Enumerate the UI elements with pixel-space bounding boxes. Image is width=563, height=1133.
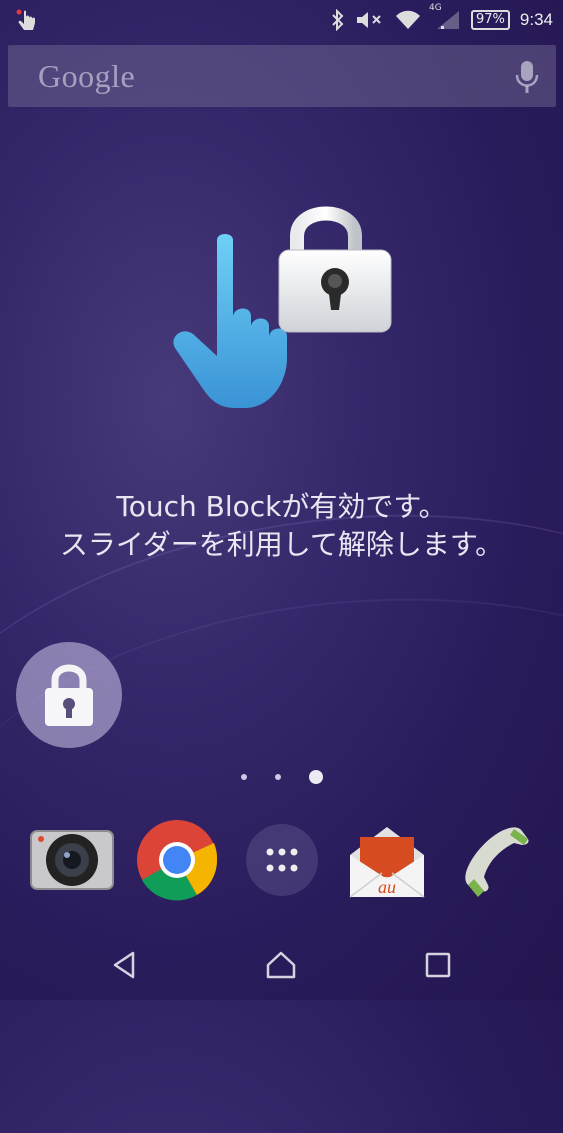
dock: au (0, 815, 563, 905)
navigation-bar (0, 935, 563, 995)
google-logo: Google (38, 58, 136, 94)
chrome-app[interactable] (132, 815, 222, 905)
mic-icon[interactable] (514, 59, 540, 99)
message-line-2: スライダーを利用して解除します。 (59, 528, 504, 561)
message-line-1: Touch Blockが有効です。 (116, 490, 447, 523)
lock-icon (45, 664, 93, 726)
page-dot[interactable] (274, 774, 281, 780)
back-icon (113, 951, 135, 979)
padlock-icon (278, 206, 392, 333)
unlock-slider-handle[interactable] (16, 642, 122, 748)
recents-icon (425, 952, 451, 978)
home-button[interactable] (259, 943, 303, 987)
au-label: au (378, 877, 396, 897)
touch-block-message: Touch Blockが有効です。 スライダーを利用して解除します。 (0, 488, 563, 564)
signal-icon: 4G (429, 3, 461, 31)
home-icon (266, 951, 296, 979)
bluetooth-icon (332, 9, 344, 31)
hand-icon (173, 234, 287, 408)
touch-block-notification-icon (14, 8, 40, 34)
google-search-bar[interactable]: Google (8, 45, 556, 107)
page-indicator (0, 770, 563, 784)
page-dot-active[interactable] (308, 770, 323, 784)
touch-block-illustration (165, 198, 395, 418)
battery-indicator: 97% (471, 10, 510, 30)
wifi-icon (396, 10, 420, 29)
mail-icon: au (349, 827, 425, 898)
phone-icon (465, 827, 529, 897)
page-dot[interactable] (240, 774, 247, 780)
mute-icon (357, 12, 381, 28)
recents-button[interactable] (416, 943, 460, 987)
clock: 9:34 (519, 10, 553, 29)
apps-grid-icon (246, 824, 318, 896)
wifi-signal-group (393, 9, 423, 31)
camera-icon (30, 830, 114, 890)
chrome-icon (137, 820, 218, 901)
au-mail-app[interactable]: au (342, 815, 432, 905)
phone-app[interactable] (448, 815, 538, 905)
status-bar: 4G 97% 9:34 (0, 0, 563, 40)
camera-app[interactable] (27, 815, 117, 905)
back-button[interactable] (103, 943, 147, 987)
app-drawer-button[interactable] (237, 815, 327, 905)
